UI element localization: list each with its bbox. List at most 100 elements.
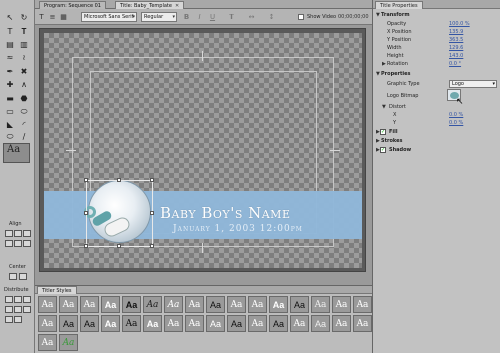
style-swatch[interactable]: Aa <box>101 315 120 332</box>
shadow-section[interactable]: ▶ ✓ Shadow <box>373 146 500 154</box>
add-anchor-tool-icon[interactable]: ✚ <box>4 79 16 90</box>
style-swatch[interactable]: Aa <box>59 334 78 351</box>
style-swatch[interactable]: Aa <box>38 315 57 332</box>
italic-button[interactable]: I <box>195 12 204 22</box>
arc-tool-icon[interactable]: ◜ <box>18 119 30 130</box>
style-swatch[interactable]: Aa <box>59 296 78 313</box>
expand-triangle-icon[interactable]: ▶ <box>376 137 380 145</box>
style-swatch[interactable]: Aa <box>38 334 57 351</box>
distort-y-value[interactable]: 0.0 % <box>449 119 463 127</box>
tab-program-sequence[interactable]: Program: Sequence 01 <box>39 1 106 9</box>
templates-icon[interactable]: ▦ <box>59 12 68 22</box>
align-center-icon[interactable] <box>14 230 22 237</box>
style-swatch[interactable]: Aa <box>185 315 204 332</box>
timecode[interactable]: 00;00;00;00 <box>338 13 369 21</box>
resize-handle[interactable] <box>84 244 88 248</box>
style-swatch[interactable]: Aa <box>227 296 246 313</box>
width-value[interactable]: 129.6 <box>449 44 463 52</box>
style-swatch[interactable]: Aa <box>332 296 351 313</box>
selection-tool-icon[interactable]: ↖ <box>4 12 16 23</box>
rounded-rectangle-tool-icon[interactable]: ▭ <box>4 106 16 117</box>
style-swatch[interactable]: Aa <box>353 296 372 313</box>
distribute-top-icon[interactable] <box>14 306 22 313</box>
resize-handle[interactable] <box>117 244 121 248</box>
leading-icon[interactable]: ↕ <box>267 12 276 22</box>
wedge-tool-icon[interactable]: ◣ <box>4 119 16 130</box>
style-swatch[interactable]: Aa <box>206 315 225 332</box>
show-video-checkbox[interactable] <box>298 14 304 20</box>
rectangle-tool-icon[interactable]: ▬ <box>4 93 16 104</box>
style-swatch[interactable]: Aa <box>290 296 309 313</box>
vertical-type-tool-icon[interactable]: 𝐓 <box>18 26 30 37</box>
style-swatch[interactable]: Aa <box>122 315 141 332</box>
ellipse-tool-icon[interactable]: ⬭ <box>4 131 16 142</box>
font-family-select[interactable]: Microsoft Sans Serif ▾ <box>81 12 137 22</box>
distribute-even-horizontal-icon[interactable] <box>5 306 13 313</box>
shadow-checkbox[interactable]: ✓ <box>380 147 386 153</box>
style-swatch[interactable]: Aa <box>311 296 330 313</box>
rotation-value[interactable]: 0.0 ° <box>449 60 461 68</box>
vertical-area-type-tool-icon[interactable]: ▥ <box>18 39 30 50</box>
path-type-tool-icon[interactable]: ≈ <box>4 52 16 63</box>
pen-tool-icon[interactable]: ✒ <box>4 66 16 77</box>
resize-handle[interactable] <box>84 211 88 215</box>
distort-x-value[interactable]: 0.0 % <box>449 111 463 119</box>
style-swatch[interactable]: Aa <box>143 296 162 313</box>
area-type-tool-icon[interactable]: ▤ <box>4 39 16 50</box>
tab-title-properties[interactable]: Title Properties <box>375 1 423 9</box>
style-swatch[interactable]: Aa <box>38 296 57 313</box>
distribute-middle-icon[interactable] <box>23 306 31 313</box>
style-swatch[interactable]: Aa <box>332 315 351 332</box>
type-tool-icon[interactable]: T <box>4 26 16 37</box>
distribute-bottom-icon[interactable] <box>5 316 13 323</box>
style-swatch[interactable]: Aa <box>290 315 309 332</box>
properties-section[interactable]: ▼ Properties <box>373 70 500 78</box>
tab-titler-styles[interactable]: Titler Styles <box>37 286 77 294</box>
title-type-icon[interactable]: T <box>37 12 46 22</box>
y-position-value[interactable]: 363.5 <box>449 36 463 44</box>
style-swatch[interactable]: Aa <box>269 315 288 332</box>
resize-handle[interactable] <box>84 178 88 182</box>
style-swatch[interactable]: Aa <box>101 296 120 313</box>
clipped-corner-tool-icon[interactable]: ⬣ <box>18 93 30 104</box>
center-horizontal-icon[interactable] <box>9 273 17 280</box>
style-swatch[interactable]: Aa <box>122 296 141 313</box>
resize-handle[interactable] <box>150 211 154 215</box>
rounded-corner-tool-icon[interactable]: ⬭ <box>18 106 30 117</box>
fill-section[interactable]: ▶ ✓ Fill <box>373 128 500 136</box>
style-swatch[interactable]: Aa <box>269 296 288 313</box>
resize-handle[interactable] <box>150 244 154 248</box>
distribute-right-icon[interactable] <box>23 296 31 303</box>
font-style-select[interactable]: Regular ▾ <box>141 12 177 22</box>
delete-anchor-tool-icon[interactable]: ✖ <box>18 66 30 77</box>
bold-button[interactable]: B <box>182 12 191 22</box>
style-swatch[interactable]: Aa <box>185 296 204 313</box>
fill-checkbox[interactable]: ✓ <box>380 129 386 135</box>
style-swatch[interactable]: Aa <box>227 315 246 332</box>
opacity-value[interactable]: 100.0 % <box>449 20 470 28</box>
align-right-icon[interactable] <box>23 230 31 237</box>
kerning-icon[interactable]: ↔ <box>247 12 256 22</box>
style-swatch[interactable]: Aa <box>164 315 183 332</box>
style-swatch[interactable]: Aa <box>143 315 162 332</box>
style-swatch[interactable]: Aa <box>248 296 267 313</box>
align-left-icon[interactable] <box>5 230 13 237</box>
transform-section[interactable]: ▼ Transform <box>373 11 500 19</box>
tab-title-template[interactable]: Title: Baby_Template ✕ <box>115 1 185 9</box>
distribute-even-vertical-icon[interactable] <box>14 316 22 323</box>
align-middle-icon[interactable] <box>14 240 22 247</box>
style-swatch[interactable]: Aa <box>80 315 99 332</box>
style-swatch[interactable]: Aa <box>80 296 99 313</box>
strokes-section[interactable]: ▶ Strokes <box>373 137 500 145</box>
distribute-center-icon[interactable] <box>14 296 22 303</box>
style-swatch[interactable]: Aa <box>353 315 372 332</box>
style-swatch[interactable]: Aa <box>59 315 78 332</box>
style-swatch[interactable]: Aa <box>311 315 330 332</box>
font-size-icon[interactable]: 𝗧 <box>227 12 236 22</box>
x-position-value[interactable]: 135.9 <box>449 28 463 36</box>
expand-triangle-icon[interactable]: ▼ <box>376 70 380 78</box>
style-swatch[interactable]: Aa <box>248 315 267 332</box>
graphic-type-select[interactable]: Logo ▾ <box>449 80 497 88</box>
align-top-icon[interactable] <box>5 240 13 247</box>
selection-bounding-box[interactable] <box>84 178 154 248</box>
